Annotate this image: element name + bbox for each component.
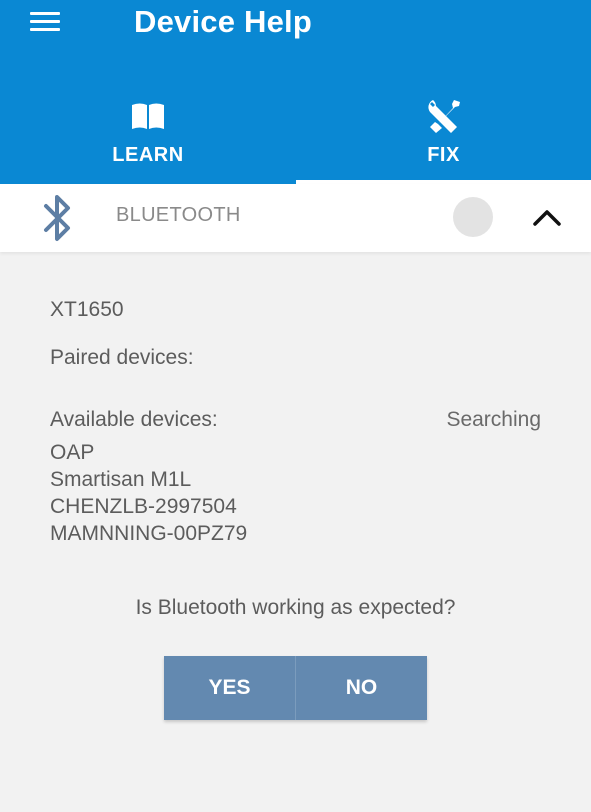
bluetooth-toggle[interactable] [453,197,493,237]
feedback-buttons: YES NO [164,656,427,720]
list-item[interactable]: Smartisan M1L [50,466,247,493]
book-icon [132,103,164,129]
bluetooth-icon [44,195,70,241]
list-item[interactable]: CHENZLB-2997504 [50,493,247,520]
paired-devices-label: Paired devices: [50,346,194,369]
list-item[interactable]: OAP [50,439,247,466]
available-devices-label: Available devices: [50,408,218,431]
list-item[interactable]: MAMNNING-00PZ79 [50,520,247,547]
tab-fix-label: FIX [427,144,460,166]
bluetooth-label: BLUETOOTH [116,204,241,226]
available-devices-list: OAP Smartisan M1L CHENZLB-2997504 MAMNNI… [50,439,247,547]
no-button[interactable]: NO [296,656,427,720]
bluetooth-row[interactable]: BLUETOOTH [0,184,591,252]
searching-status: Searching [446,408,541,431]
yes-button[interactable]: YES [164,656,295,720]
chevron-up-icon[interactable] [530,202,564,232]
tab-learn[interactable]: LEARN [0,90,296,184]
wrench-screwdriver-icon [427,100,460,133]
feedback-question: Is Bluetooth working as expected? [135,596,456,619]
tab-fix[interactable]: FIX [296,90,591,184]
page-title: Device Help [134,4,312,39]
tab-learn-label: LEARN [112,144,184,166]
menu-button[interactable] [28,8,64,36]
device-name: XT1650 [50,298,124,321]
app-bar: Device Help LEARN FIX [0,0,591,184]
